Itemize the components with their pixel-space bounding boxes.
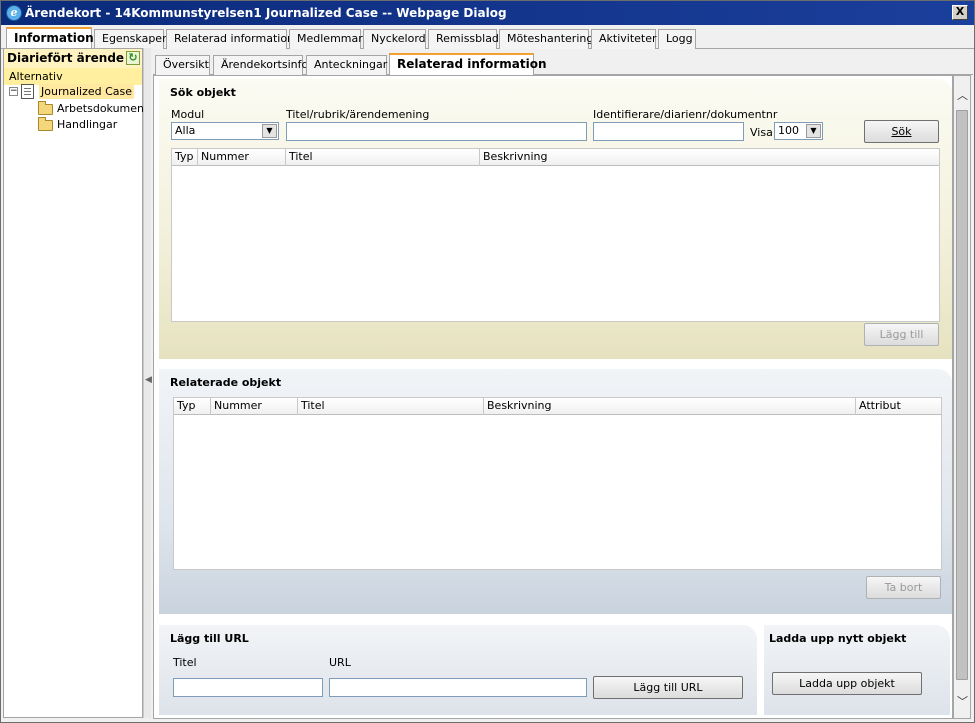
modul-value: Alla [175,124,196,137]
col-typ[interactable]: Typ [172,149,198,166]
upload-button[interactable]: Ladda upp objekt [772,672,922,695]
chevron-down-icon[interactable]: ▼ [262,124,277,138]
visa-label: Visa [750,126,773,139]
chevron-down-icon[interactable]: ▼ [806,124,821,138]
sidebar-header: Diariefört ärende ↻ [4,49,142,68]
scroll-down-icon[interactable]: ﹀ [955,692,970,712]
related-grid-header: Typ Nummer Titel Beskrivning Attribut [174,398,941,415]
tab-remissblad[interactable]: Remissblad [428,29,499,49]
refresh-icon[interactable]: ↻ [126,51,140,65]
collapse-icon[interactable]: − [9,87,18,96]
modul-label: Modul [171,108,205,121]
sidebar-splitter[interactable]: ◀ [143,48,152,718]
search-results-grid: Typ Nummer Titel Beskrivning [171,148,940,322]
col-beskrivning[interactable]: Beskrivning [480,149,939,166]
tab-moteshantering[interactable]: Möteshantering [499,29,593,49]
col-nummer[interactable]: Nummer [198,149,286,166]
related-panel-title: Relaterade objekt [170,376,282,389]
upload-panel: Ladda upp nytt objekt Ladda upp objekt [764,625,950,715]
url-input[interactable] [329,678,587,697]
dialog-window: e Ärendekort - 14Kommunstyrelsen1 Journa… [0,0,975,723]
remove-button[interactable]: Ta bort [866,576,941,599]
ident-label: Identifierare/diarienr/dokumentnr [593,108,778,121]
sidebar-alternativ[interactable]: Alternativ [4,68,142,85]
url-titel-label: Titel [173,656,197,669]
ident-input[interactable] [593,122,744,141]
tab-information[interactable]: Information [6,27,94,50]
subtab-relaterad-information[interactable]: Relaterad information [389,53,547,76]
url-label: URL [329,656,351,669]
col-attribut[interactable]: Attribut [856,398,941,415]
add-button[interactable]: Lägg till [864,323,939,346]
search-panel-title: Sök objekt [170,86,236,99]
subtab-anteckningar[interactable]: Anteckningar [306,55,387,75]
visa-select[interactable]: 100 ▼ [774,122,823,140]
add-url-panel: Lägg till URL Titel URL Lägg till URL [159,625,757,715]
title-bar: e Ärendekort - 14Kommunstyrelsen1 Journa… [1,1,974,25]
scroll-up-icon[interactable]: ︿ [955,86,970,106]
main-area: Översikt Ärendekortsinfo Anteckningar Re… [151,48,973,721]
subtab-oversikt[interactable]: Översikt [155,55,210,75]
tab-medlemmar[interactable]: Medlemmar [289,29,363,49]
col-nummer[interactable]: Nummer [211,398,298,415]
sub-tab-bar: Översikt Ärendekortsinfo Anteckningar Re… [153,53,973,76]
ie-icon: e [6,5,22,21]
title-search-input[interactable] [286,122,587,141]
tree-node-arbetsdokument[interactable]: Arbetsdokument [57,102,148,115]
search-panel: Sök objekt Modul Alla ▼ Titel/rubrik/äre… [159,79,952,359]
tab-nyckelord[interactable]: Nyckelord [363,29,426,49]
vertical-scrollbar[interactable]: ︿ ﹀ [953,75,971,719]
tab-logg[interactable]: Logg [658,29,696,49]
tree-node-journalized-case[interactable]: Journalized Case [39,84,135,99]
subtab-arendekortsinfo[interactable]: Ärendekortsinfo [213,55,308,75]
sidebar: Diariefört ärende ↻ Alternativ − Journal… [3,48,148,718]
scroll-thumb[interactable] [956,110,968,680]
col-titel[interactable]: Titel [298,398,484,415]
search-results-header: Typ Nummer Titel Beskrivning [172,149,939,166]
folder-icon [38,117,53,131]
title-search-label: Titel/rubrik/ärendemening [286,108,430,121]
col-typ[interactable]: Typ [174,398,211,415]
sidebar-title: Diariefört ärende [7,51,125,65]
tab-aktiviteter[interactable]: Aktiviteter [591,29,657,49]
related-objects-grid: Typ Nummer Titel Beskrivning Attribut [173,397,942,570]
search-button[interactable]: Sök [864,120,939,143]
tree-node-handlingar[interactable]: Handlingar [57,118,117,131]
search-button-label: Sök [891,125,912,138]
tab-content: Sök objekt Modul Alla ▼ Titel/rubrik/äre… [153,75,953,719]
visa-value: 100 [778,124,799,137]
folder-icon [38,101,53,115]
case-document-icon [21,84,34,99]
tab-relaterad-information[interactable]: Relaterad information [166,29,294,49]
add-url-button[interactable]: Lägg till URL [593,676,743,699]
related-objects-panel: Relaterade objekt Typ Nummer Titel Beskr… [159,369,952,614]
window-title: Ärendekort - 14Kommunstyrelsen1 Journali… [25,6,507,20]
tab-egenskaper[interactable]: Egenskaper [94,29,167,49]
col-titel[interactable]: Titel [286,149,480,166]
col-beskrivning[interactable]: Beskrivning [484,398,856,415]
url-titel-input[interactable] [173,678,323,697]
add-url-title: Lägg till URL [170,632,249,645]
close-button[interactable]: X [952,5,968,20]
upload-panel-title: Ladda upp nytt objekt [769,632,907,645]
top-tab-bar: Information Egenskaper Relaterad informa… [1,27,974,50]
modul-select[interactable]: Alla ▼ [171,122,279,140]
